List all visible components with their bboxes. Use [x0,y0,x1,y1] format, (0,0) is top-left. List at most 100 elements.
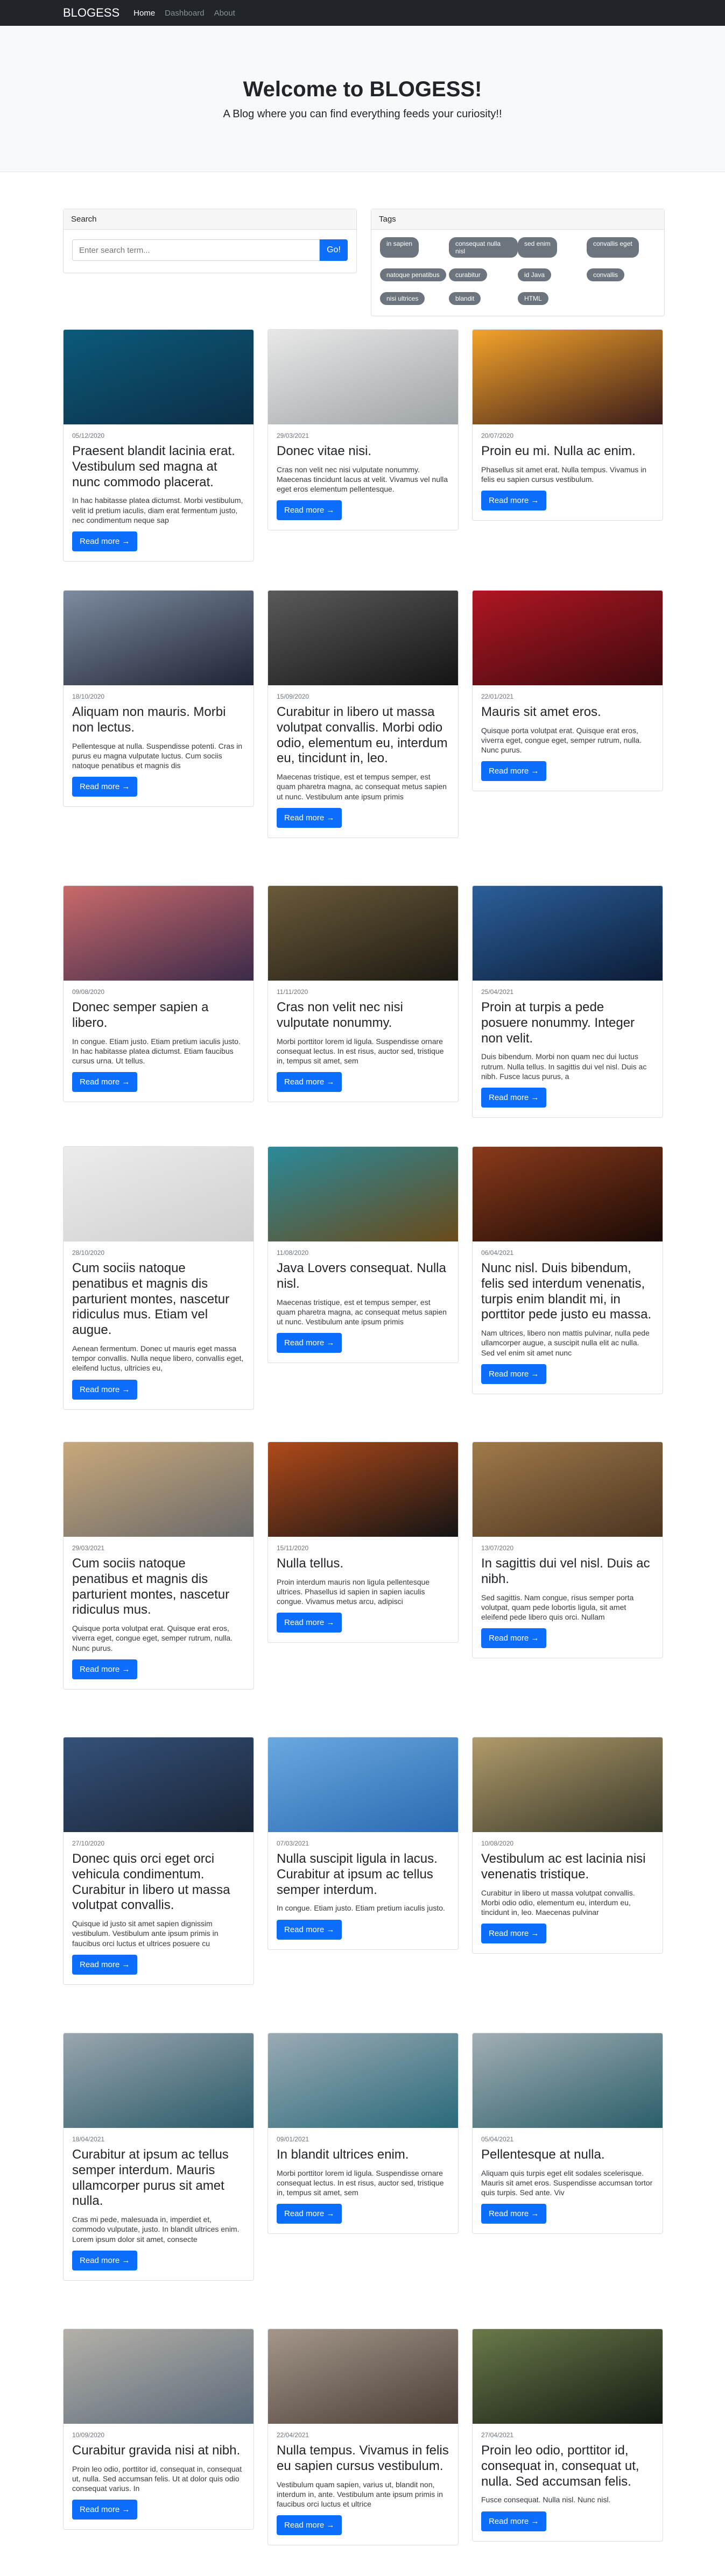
post-card: 13/07/2020 In sagittis dui vel nisl. Duis… [472,1442,663,1659]
post-body: 13/07/2020 In sagittis dui vel nisl. Duis… [473,1537,663,1658]
post-card: 27/04/2021 Proin leo odio, porttitor id, … [472,2329,663,2542]
post-body: 06/04/2021 Nunc nisl. Duis bibendum, feli… [473,1241,663,1394]
post-thumbnail[interactable] [64,330,254,424]
tag-pill[interactable]: natoque penatibus [380,268,446,281]
hero-section: Welcome to BLOGESS! A Blog where you can… [0,26,725,172]
post-title: Nulla tellus. [277,1556,344,1571]
post-excerpt: Proin leo odio, porttitor id, consequat … [72,2464,242,2493]
nav-link-about[interactable]: About [214,9,235,18]
post-title: Cum sociis natoque penatibus et magnis d… [72,1556,230,1617]
post-thumbnail[interactable] [64,2033,254,2128]
read-more-button[interactable]: Read more → [481,1628,547,1649]
post-title: Nulla suscipit ligula in lacus. Curabitu… [277,1851,438,1897]
post-card: 20/07/2020 Proin eu mi. Nulla ac enim. Pha… [472,329,663,521]
read-more-button[interactable]: Read more → [277,1333,342,1353]
post-card: 25/04/2021 Proin at turpis a pede posuere… [472,885,663,1118]
post-date: 11/11/2020 [277,988,308,996]
post-date: 09/01/2021 [277,2135,309,2143]
post-excerpt: Pellentesque at nulla. Suspendisse poten… [72,741,242,770]
post-thumbnail[interactable] [268,1147,458,1241]
tag-pill[interactable]: nisi ultrices [380,292,425,305]
post-thumbnail[interactable] [268,2033,458,2128]
tag-pill[interactable]: consequat nulla nisl [449,237,518,258]
tag-pill[interactable]: blandit [449,292,481,305]
read-more-button[interactable]: Read more → [277,1072,342,1092]
read-more-button[interactable]: Read more → [72,2250,138,2270]
tag-pill[interactable]: id Java [518,268,552,281]
read-more-button[interactable]: Read more → [72,2500,138,2520]
post-thumbnail[interactable] [473,330,663,424]
search-input[interactable] [72,239,320,261]
tag-pill[interactable]: curabitur [449,268,487,281]
post-thumbnail[interactable] [268,591,458,685]
search-panel-header: Search [64,209,356,230]
post-excerpt: Cras non velit nec nisi vulputate nonumm… [277,465,448,494]
post-thumbnail[interactable] [473,2033,663,2128]
post-date: 22/04/2021 [277,2431,309,2439]
post-thumbnail[interactable] [64,1737,254,1832]
read-more-button[interactable]: Read more → [481,2511,547,2531]
post-title: Donec quis orci eget orci vehicula condi… [72,1851,230,1913]
read-more-button[interactable]: Read more → [481,1924,547,1944]
search-button[interactable]: Go! [320,239,348,261]
read-more-button[interactable]: Read more → [277,500,342,521]
read-more-button[interactable]: Read more → [277,2204,342,2224]
post-thumbnail[interactable] [268,330,458,424]
brand-logo[interactable]: BLOGESS [63,6,119,20]
post-thumbnail[interactable] [473,1147,663,1241]
post-thumbnail[interactable] [473,886,663,981]
post-thumbnail[interactable] [473,1737,663,1832]
post-thumbnail[interactable] [64,886,254,981]
post-thumbnail[interactable] [268,2329,458,2424]
post-thumbnail[interactable] [64,1147,254,1241]
tag-pill[interactable]: convallis [587,268,625,281]
post-card: 06/04/2021 Nunc nisl. Duis bibendum, feli… [472,1146,663,1394]
post-body: 09/01/2021 In blandit ultrices enim. Morbi… [268,2128,458,2233]
post-thumbnail[interactable] [64,591,254,685]
read-more-button[interactable]: Read more → [277,1919,342,1940]
tag-pill[interactable]: in sapien [380,237,419,258]
post-date: 29/03/2021 [277,432,309,439]
post-thumbnail[interactable] [473,591,663,685]
post-thumbnail[interactable] [268,1737,458,1832]
read-more-button[interactable]: Read more → [72,1072,138,1092]
tag-pill[interactable]: convallis eget [587,237,639,258]
nav-link-home[interactable]: Home [133,9,155,18]
tag-pill[interactable]: HTML [518,292,548,305]
post-thumbnail[interactable] [64,2329,254,2424]
post-title: Nulla tempus. Vivamus in felis eu sapien… [277,2443,449,2473]
post-body: 15/09/2020 Curabitur in libero ut massa v… [268,685,458,838]
read-more-button[interactable]: Read more → [277,1613,342,1633]
post-body: 10/08/2020 Vestibulum ac est lacinia nisi… [473,1832,663,1953]
post-card: 29/03/2021 Donec vitae nisi. Cras non veli… [268,329,459,531]
post-date: 10/09/2020 [72,2431,105,2439]
post-body: 11/11/2020 Cras non velit nec nisi vulput… [268,981,458,1102]
post-thumbnail[interactable] [473,1442,663,1537]
read-more-button[interactable]: Read more → [72,531,138,551]
post-date: 27/04/2021 [481,2431,514,2439]
tag-pill[interactable]: sed enim [518,237,557,258]
read-more-button[interactable]: Read more → [481,491,547,511]
post-body: 22/01/2021 Mauris sit amet eros. Quisque p… [473,685,663,791]
read-more-button[interactable]: Read more → [277,2515,342,2536]
post-thumbnail[interactable] [473,2329,663,2424]
post-card: 10/08/2020 Vestibulum ac est lacinia nisi… [472,1737,663,1954]
read-more-button[interactable]: Read more → [481,761,547,782]
read-more-button[interactable]: Read more → [72,777,138,797]
read-more-button[interactable]: Read more → [72,1659,138,1679]
read-more-button[interactable]: Read more → [72,1954,138,1975]
read-more-button[interactable]: Read more → [481,1087,547,1108]
post-thumbnail[interactable] [64,1442,254,1537]
post-card: 11/11/2020 Cras non velit nec nisi vulput… [268,885,459,1103]
nav-link-dashboard[interactable]: Dashboard [165,9,204,18]
post-excerpt: Maecenas tristique, est et tempus semper… [277,772,447,801]
read-more-button[interactable]: Read more → [277,807,342,828]
post-excerpt: Quisque porta volutpat erat. Quisque era… [481,726,642,755]
post-thumbnail[interactable] [268,1442,458,1537]
post-thumbnail[interactable] [268,886,458,981]
read-more-button[interactable]: Read more → [481,2204,547,2224]
read-more-button[interactable]: Read more → [481,1364,547,1384]
read-more-button[interactable]: Read more → [72,1379,138,1400]
post-body: 28/10/2020 Cum sociis natoque penatibus e… [64,1241,254,1409]
post-date: 22/01/2021 [481,693,514,700]
